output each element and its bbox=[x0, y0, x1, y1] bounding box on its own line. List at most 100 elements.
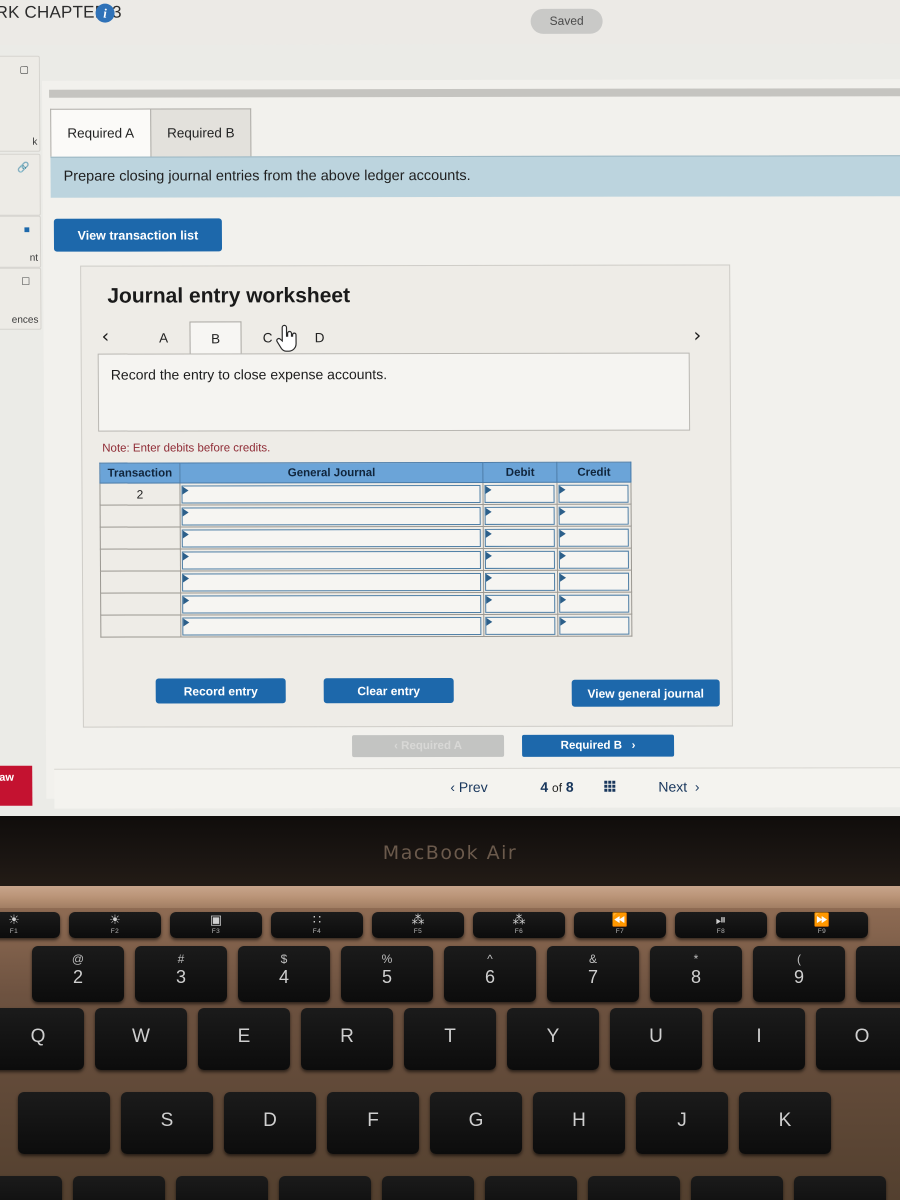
required-a-nav-button[interactable]: ‹ Required A bbox=[351, 734, 505, 758]
key-2[interactable]: @2 bbox=[32, 946, 124, 1002]
cell-debit-input[interactable] bbox=[485, 528, 556, 547]
grid-view-button[interactable] bbox=[604, 780, 619, 799]
cell-debit[interactable] bbox=[483, 504, 558, 527]
cell-general-journal[interactable] bbox=[180, 570, 484, 593]
cell-credit-input[interactable] bbox=[559, 572, 630, 591]
tab-required-a[interactable]: Required A bbox=[50, 108, 151, 157]
info-icon[interactable]: i bbox=[95, 3, 115, 23]
cell-general-journal-input[interactable] bbox=[181, 550, 482, 569]
cell-debit[interactable] bbox=[484, 614, 559, 637]
worksheet-tab-b[interactable]: B bbox=[189, 321, 242, 355]
cell-debit[interactable] bbox=[483, 570, 558, 593]
tab-required-b[interactable]: Required B bbox=[149, 108, 252, 157]
cell-general-journal-input[interactable] bbox=[182, 594, 482, 613]
cell-credit-input[interactable] bbox=[559, 616, 630, 635]
key-u[interactable]: U bbox=[610, 1008, 702, 1070]
key-i[interactable]: I bbox=[713, 1008, 805, 1070]
cell-transaction[interactable]: 2 bbox=[99, 482, 181, 506]
cell-credit[interactable] bbox=[557, 504, 632, 527]
red-callout-badge[interactable]: aw bbox=[0, 765, 33, 806]
cell-credit-input[interactable] bbox=[558, 506, 629, 525]
key-9[interactable]: (9 bbox=[753, 946, 845, 1002]
key-s[interactable]: S bbox=[121, 1092, 213, 1154]
key-bottom-row[interactable] bbox=[485, 1176, 577, 1200]
key-f[interactable]: F bbox=[327, 1092, 419, 1154]
sidebar-item-2[interactable]: ■ nt bbox=[0, 215, 42, 268]
key-f8[interactable]: ⏯ F8 bbox=[675, 912, 767, 938]
cell-general-journal-input[interactable] bbox=[181, 506, 482, 525]
cell-general-journal[interactable] bbox=[180, 526, 484, 549]
key-bottom-row[interactable] bbox=[279, 1176, 371, 1200]
cell-transaction[interactable] bbox=[100, 548, 181, 572]
key-f2[interactable]: ☀ F2 bbox=[69, 912, 161, 938]
cell-debit[interactable] bbox=[483, 592, 558, 615]
cell-general-journal-input[interactable] bbox=[181, 528, 482, 547]
sidebar-item-1[interactable]: 🔗 bbox=[0, 153, 41, 216]
key-f7[interactable]: ⏪ F7 bbox=[574, 912, 666, 938]
cell-general-journal[interactable] bbox=[180, 548, 484, 571]
key-f4[interactable]: ∷ F4 bbox=[271, 912, 363, 938]
chevron-right-icon[interactable]: › bbox=[693, 325, 701, 347]
record-entry-button[interactable]: Record entry bbox=[155, 678, 286, 704]
key-bottom-row[interactable] bbox=[794, 1176, 886, 1200]
key-bottom-row[interactable] bbox=[691, 1176, 783, 1200]
key-bottom-row[interactable] bbox=[176, 1176, 268, 1200]
key-h[interactable]: H bbox=[533, 1092, 625, 1154]
cell-transaction[interactable] bbox=[100, 614, 181, 638]
cell-general-journal[interactable] bbox=[180, 504, 484, 527]
cell-general-journal-input[interactable] bbox=[181, 484, 481, 503]
key-bottom-row[interactable] bbox=[73, 1176, 165, 1200]
key-7[interactable]: & 7 bbox=[547, 946, 639, 1002]
worksheet-tab-a[interactable]: A bbox=[137, 321, 189, 354]
cell-credit[interactable] bbox=[557, 614, 632, 637]
key-bottom-row[interactable] bbox=[588, 1176, 680, 1200]
cell-transaction[interactable] bbox=[100, 570, 181, 594]
key-t[interactable]: T bbox=[404, 1008, 496, 1070]
cell-debit-input[interactable] bbox=[485, 572, 556, 591]
cell-general-journal-input[interactable] bbox=[181, 572, 482, 591]
key-y[interactable]: Y bbox=[507, 1008, 599, 1070]
cell-transaction[interactable] bbox=[100, 592, 181, 616]
cell-debit-input[interactable] bbox=[485, 594, 556, 613]
key-bottom-row[interactable] bbox=[382, 1176, 474, 1200]
worksheet-tab-d[interactable]: D bbox=[293, 321, 345, 354]
key-w[interactable]: W bbox=[95, 1008, 187, 1070]
key-o[interactable]: O bbox=[816, 1008, 900, 1070]
sidebar-item-0[interactable]: ▢ k bbox=[0, 55, 41, 152]
key-3[interactable]: #3 bbox=[135, 946, 227, 1002]
key-k[interactable]: K bbox=[739, 1092, 831, 1154]
key-g[interactable]: G bbox=[430, 1092, 522, 1154]
view-general-journal-button[interactable]: View general journal bbox=[571, 679, 720, 707]
cell-transaction[interactable] bbox=[100, 504, 181, 528]
key-q[interactable]: Q bbox=[0, 1008, 84, 1070]
prev-page-button[interactable]: ‹ Prev bbox=[450, 779, 487, 795]
view-transaction-list-button[interactable]: View transaction list bbox=[53, 218, 223, 252]
key-blank[interactable] bbox=[18, 1092, 110, 1154]
key-e[interactable]: E bbox=[198, 1008, 290, 1070]
cell-general-journal[interactable] bbox=[180, 592, 485, 615]
cell-debit[interactable] bbox=[483, 548, 558, 571]
key-6[interactable]: ^ 6 bbox=[444, 946, 536, 1002]
cell-debit-input[interactable] bbox=[485, 616, 556, 635]
key-)[interactable]: ) bbox=[856, 946, 900, 1002]
cell-credit[interactable] bbox=[557, 526, 632, 549]
cell-credit-input[interactable] bbox=[558, 528, 629, 547]
cell-credit[interactable] bbox=[557, 592, 632, 615]
cell-debit-input[interactable] bbox=[485, 550, 556, 569]
cell-credit-input[interactable] bbox=[559, 594, 630, 613]
key-d[interactable]: D bbox=[224, 1092, 316, 1154]
cell-general-journal-input[interactable] bbox=[182, 616, 482, 635]
cell-credit[interactable] bbox=[557, 482, 632, 505]
key-f3[interactable]: ▣ F3 bbox=[170, 912, 262, 938]
key-f5[interactable]: ⁂ F5 bbox=[372, 912, 464, 938]
key-bottom-row[interactable] bbox=[0, 1176, 62, 1200]
key-f6[interactable]: ⁂ F6 bbox=[473, 912, 565, 938]
cell-debit[interactable] bbox=[483, 526, 558, 549]
cell-credit-input[interactable] bbox=[558, 484, 629, 503]
required-b-nav-button[interactable]: Required B › bbox=[521, 734, 675, 757]
cell-credit-input[interactable] bbox=[559, 550, 629, 569]
cell-general-journal[interactable] bbox=[179, 482, 484, 505]
sidebar-item-3[interactable]: ☐ ences bbox=[0, 267, 42, 330]
key-r[interactable]: R bbox=[301, 1008, 393, 1070]
key-f1[interactable]: ☀ F1 bbox=[0, 912, 60, 938]
